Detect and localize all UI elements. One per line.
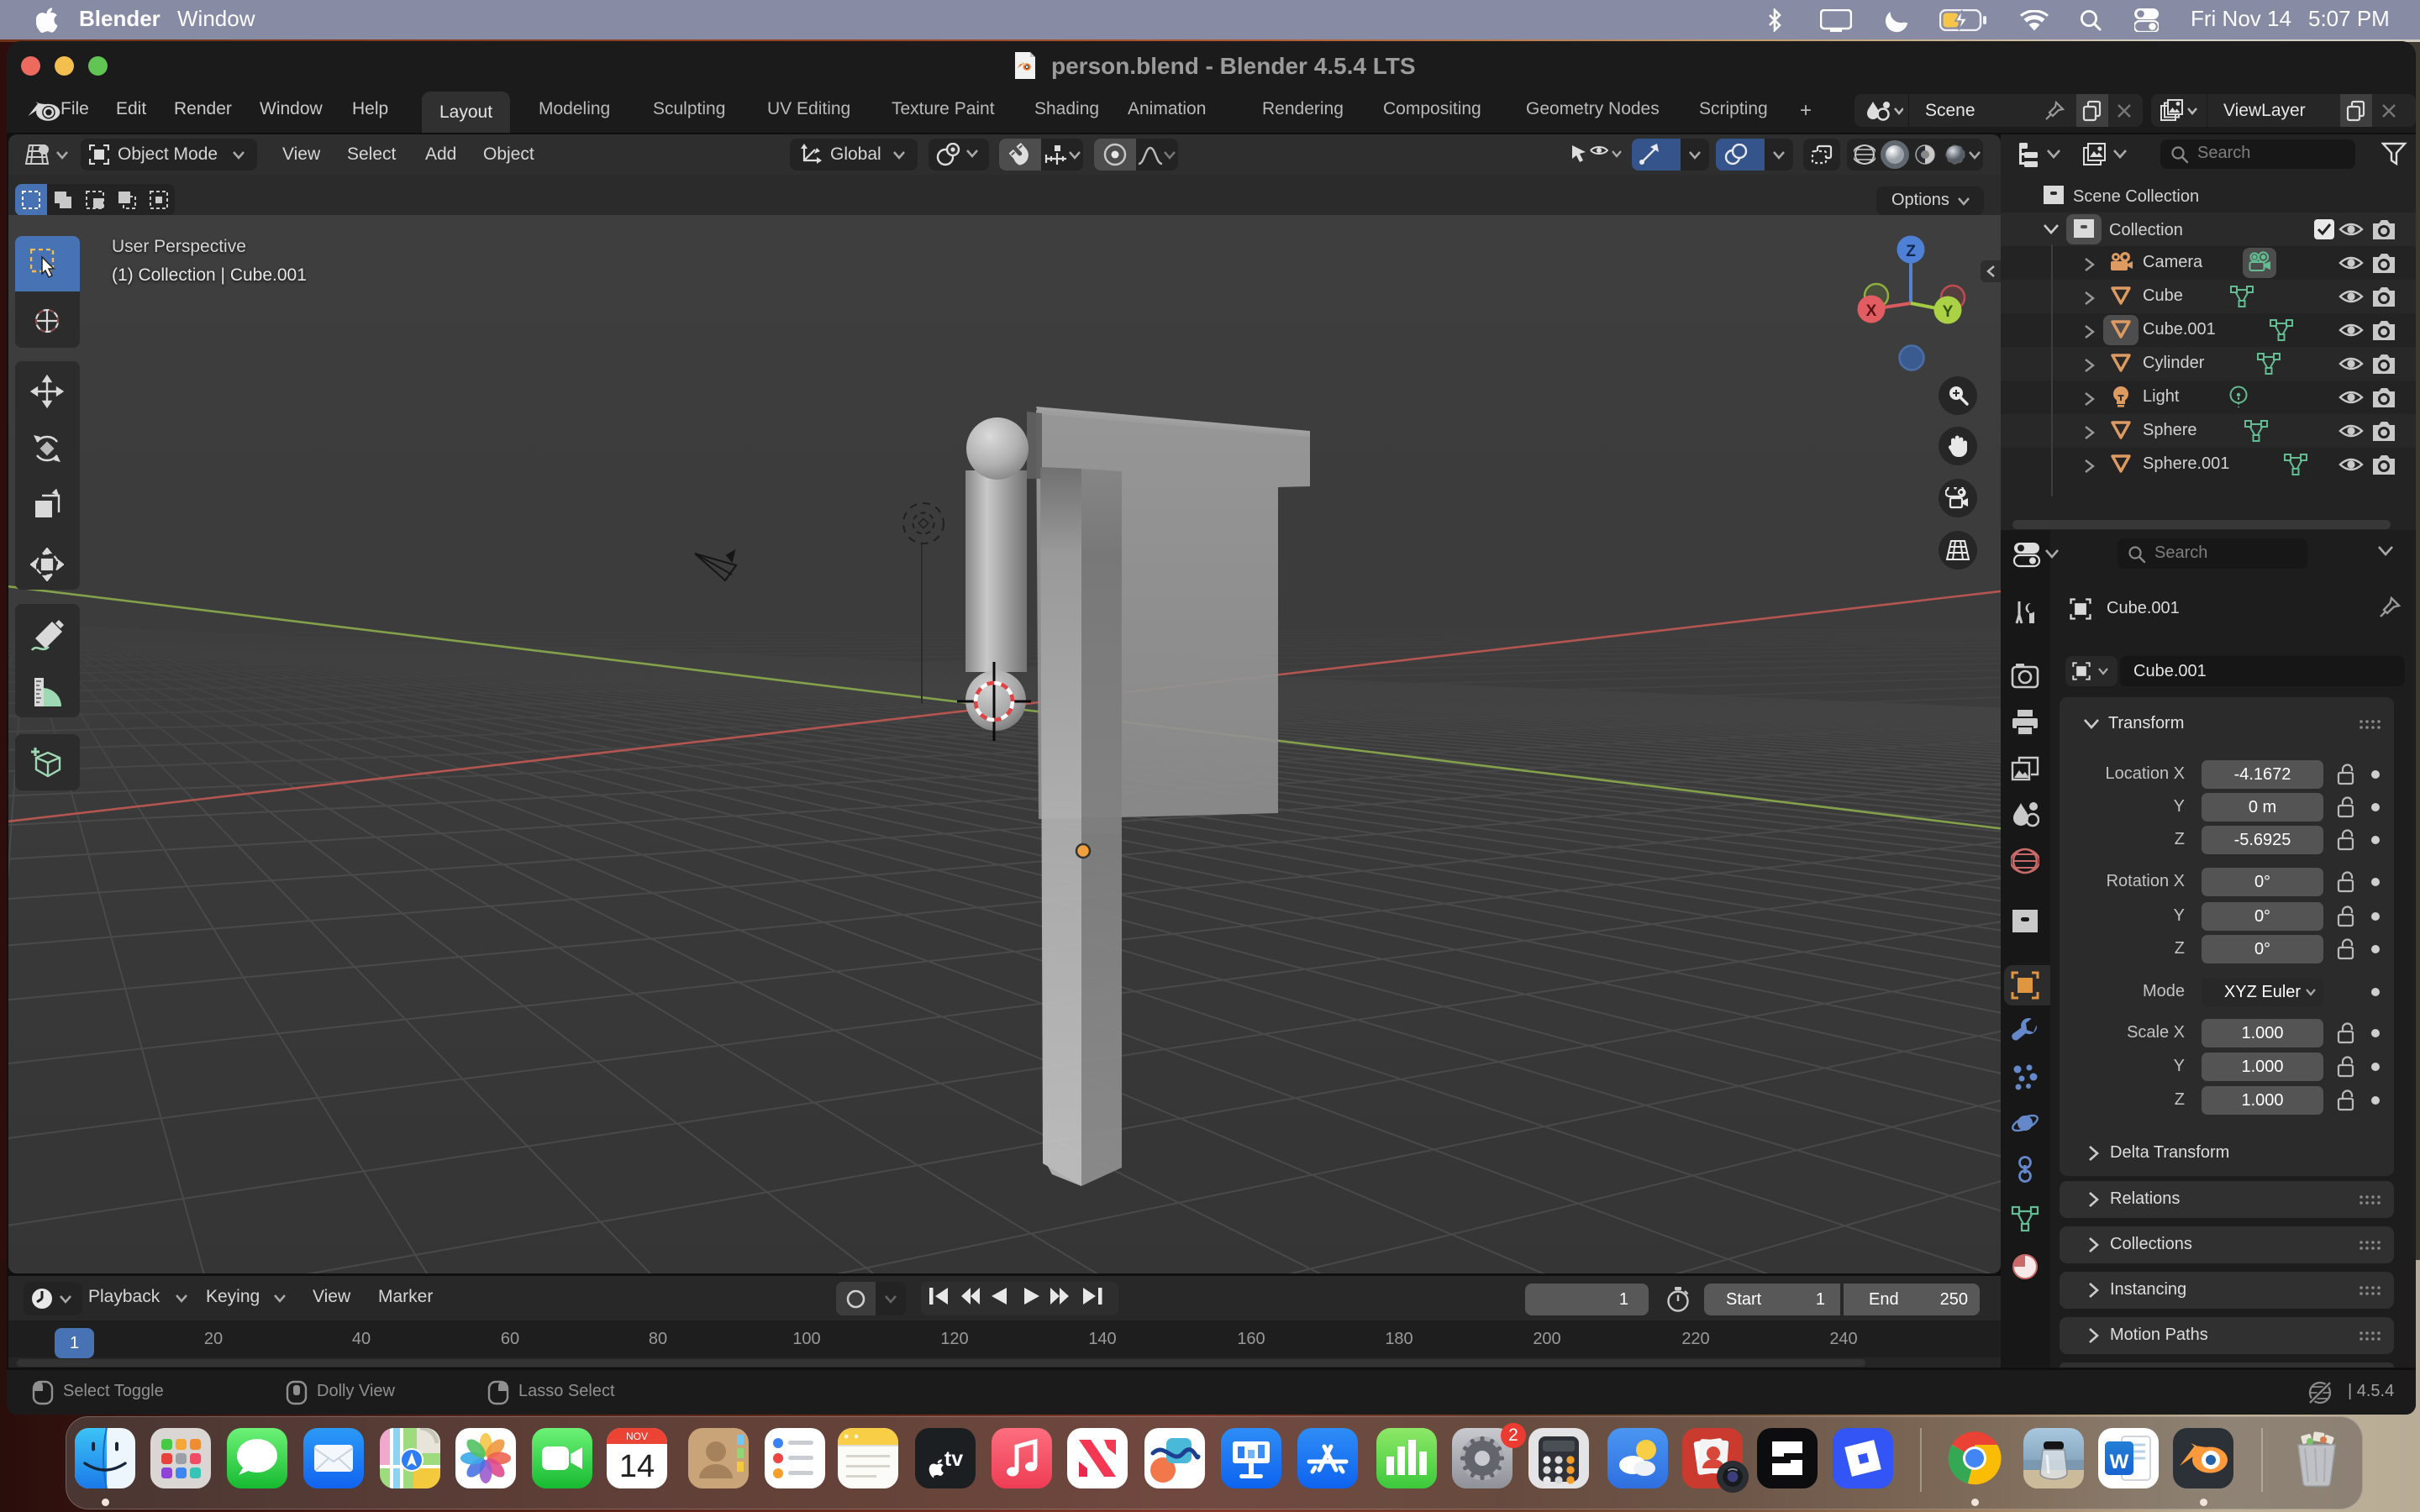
svg-text:14: 14 bbox=[619, 1449, 655, 1484]
svg-text:Z: Z bbox=[1906, 243, 1916, 260]
svg-text:W: W bbox=[2110, 1451, 2129, 1473]
svg-text:tv: tv bbox=[944, 1447, 963, 1471]
svg-text:Y: Y bbox=[1943, 303, 1954, 321]
svg-text:NOV: NOV bbox=[626, 1431, 648, 1442]
svg-text:X: X bbox=[1866, 302, 1877, 320]
